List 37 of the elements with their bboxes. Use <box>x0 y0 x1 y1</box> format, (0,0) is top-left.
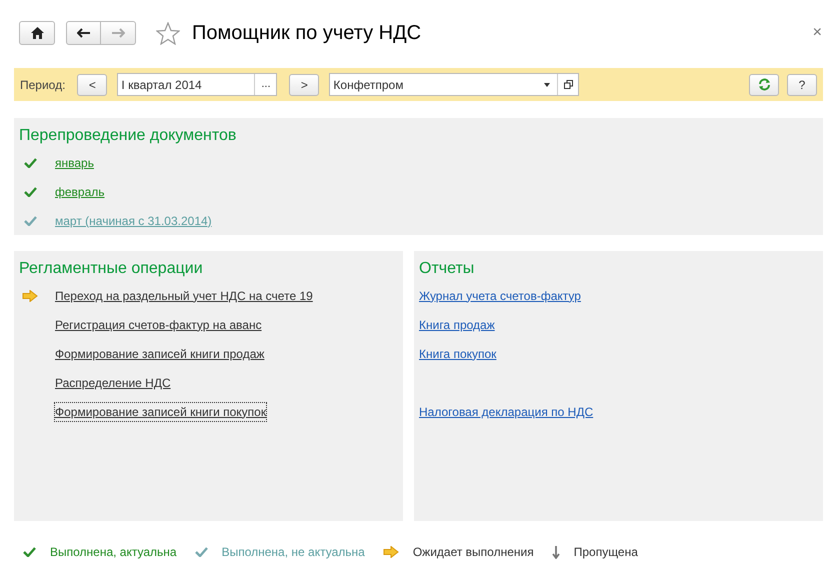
open-icon[interactable] <box>564 80 573 89</box>
window-title: Помощник по учету НДС <box>192 21 422 46</box>
operation-link[interactable]: Формирование записей книги продаж <box>55 344 264 362</box>
month-link[interactable]: январь <box>55 154 94 172</box>
operation-link[interactable]: Регистрация счетов-фактур на аванс <box>55 316 262 334</box>
legend-label: Выполнена, не актуальна <box>222 544 365 561</box>
home-button[interactable] <box>19 21 55 45</box>
operation-link[interactable]: Формирование записей книги покупок <box>55 402 266 420</box>
section-title: Регламентные операции <box>19 259 204 279</box>
report-link[interactable]: Книга продаж <box>419 316 495 334</box>
month-link[interactable]: февраль <box>55 182 105 200</box>
operation-link[interactable]: Переход на раздельный учет НДС на счете 19 <box>55 286 313 304</box>
refresh-button[interactable] <box>749 74 779 96</box>
organization-field[interactable]: Конфетпром <box>329 73 580 96</box>
home-icon <box>30 27 44 39</box>
legend-label: Пропущена <box>574 544 638 561</box>
legend-label: Выполнена, актуальна <box>50 544 177 561</box>
star-icon[interactable] <box>156 22 180 44</box>
report-link[interactable]: Налоговая декларация по НДС <box>419 402 594 420</box>
arrow-right-icon <box>111 28 125 38</box>
refresh-icon <box>758 78 770 91</box>
period-label: Период: <box>20 76 66 94</box>
legend-label: Ожидает выполнения <box>412 544 534 561</box>
section-title: Перепроведение документов <box>19 126 238 146</box>
help-button[interactable]: ? <box>787 74 817 96</box>
period-field[interactable]: I квартал 2014 ... <box>117 73 278 96</box>
next-period-button[interactable]: > <box>289 74 320 96</box>
arrow-left-icon <box>76 28 90 38</box>
choose-button[interactable]: ... <box>254 74 276 95</box>
dropdown-icon[interactable] <box>544 82 550 86</box>
report-link[interactable]: Журнал учета счетов-фактур <box>419 286 581 304</box>
operation-link[interactable]: Распределение НДС <box>55 374 171 392</box>
section-title: Отчеты <box>419 259 476 279</box>
report-link[interactable]: Книга покупок <box>419 344 496 362</box>
previous-period-button[interactable]: < <box>77 74 108 96</box>
back-button[interactable] <box>66 21 101 45</box>
close-button[interactable]: × <box>812 21 822 45</box>
